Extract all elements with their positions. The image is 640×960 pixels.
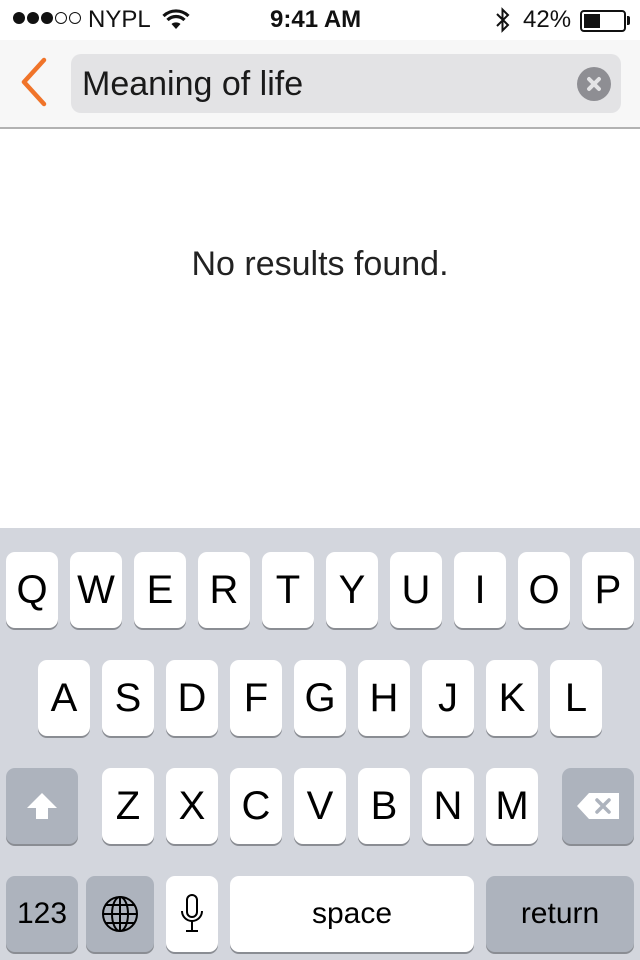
status-bar: NYPL 9:41 AM 42% bbox=[0, 0, 640, 40]
battery-level bbox=[584, 14, 600, 28]
key-b[interactable]: B bbox=[358, 768, 410, 844]
delete-icon bbox=[577, 793, 619, 819]
no-results-message: No results found. bbox=[191, 245, 449, 283]
globe-key[interactable] bbox=[86, 876, 154, 952]
clear-icon[interactable] bbox=[577, 67, 611, 101]
search-input[interactable]: Meaning of life bbox=[71, 54, 621, 113]
key-y[interactable]: Y bbox=[326, 552, 378, 628]
search-query-text: Meaning of life bbox=[82, 65, 304, 103]
key-n[interactable]: N bbox=[422, 768, 474, 844]
key-x[interactable]: X bbox=[166, 768, 218, 844]
keyboard: QWERTYUIOP ASDFGHJKL ZXCVBNM 123 space r bbox=[0, 528, 640, 960]
numbers-key[interactable]: 123 bbox=[6, 876, 78, 952]
key-s[interactable]: S bbox=[102, 660, 154, 736]
battery-icon bbox=[580, 10, 626, 32]
key-i[interactable]: I bbox=[454, 552, 506, 628]
signal-dot bbox=[69, 12, 81, 24]
key-k[interactable]: K bbox=[486, 660, 538, 736]
battery-percent: 42% bbox=[523, 6, 572, 33]
key-o[interactable]: O bbox=[518, 552, 570, 628]
key-u[interactable]: U bbox=[390, 552, 442, 628]
key-f[interactable]: F bbox=[230, 660, 282, 736]
microphone-icon bbox=[181, 894, 203, 932]
key-a[interactable]: A bbox=[38, 660, 90, 736]
signal-strength-icon bbox=[13, 12, 81, 24]
key-c[interactable]: C bbox=[230, 768, 282, 844]
signal-dot bbox=[55, 12, 67, 24]
key-j[interactable]: J bbox=[422, 660, 474, 736]
microphone-key[interactable] bbox=[166, 876, 218, 952]
key-d[interactable]: D bbox=[166, 660, 218, 736]
key-r[interactable]: R bbox=[198, 552, 250, 628]
globe-icon bbox=[102, 896, 138, 932]
delete-key[interactable] bbox=[562, 768, 634, 844]
shift-key[interactable] bbox=[6, 768, 78, 844]
key-t[interactable]: T bbox=[262, 552, 314, 628]
key-q[interactable]: Q bbox=[6, 552, 58, 628]
back-button[interactable] bbox=[12, 54, 56, 110]
return-key[interactable]: return bbox=[486, 876, 634, 952]
space-key[interactable]: space bbox=[230, 876, 474, 952]
status-time: 9:41 AM bbox=[270, 6, 362, 33]
key-m[interactable]: M bbox=[486, 768, 538, 844]
key-g[interactable]: G bbox=[294, 660, 346, 736]
key-p[interactable]: P bbox=[582, 552, 634, 628]
key-w[interactable]: W bbox=[70, 552, 122, 628]
key-z[interactable]: Z bbox=[102, 768, 154, 844]
key-v[interactable]: V bbox=[294, 768, 346, 844]
key-e[interactable]: E bbox=[134, 552, 186, 628]
bluetooth-icon bbox=[496, 7, 510, 33]
carrier-name: NYPL bbox=[88, 6, 151, 33]
key-l[interactable]: L bbox=[550, 660, 602, 736]
shift-icon bbox=[27, 793, 57, 819]
wifi-icon bbox=[162, 9, 190, 29]
results-area: No results found. bbox=[0, 130, 640, 528]
chevron-left-icon bbox=[21, 57, 47, 107]
signal-dot bbox=[41, 12, 53, 24]
signal-dot bbox=[13, 12, 25, 24]
search-header: Meaning of life bbox=[0, 40, 640, 129]
battery-tip bbox=[627, 16, 630, 25]
signal-dot bbox=[27, 12, 39, 24]
key-h[interactable]: H bbox=[358, 660, 410, 736]
